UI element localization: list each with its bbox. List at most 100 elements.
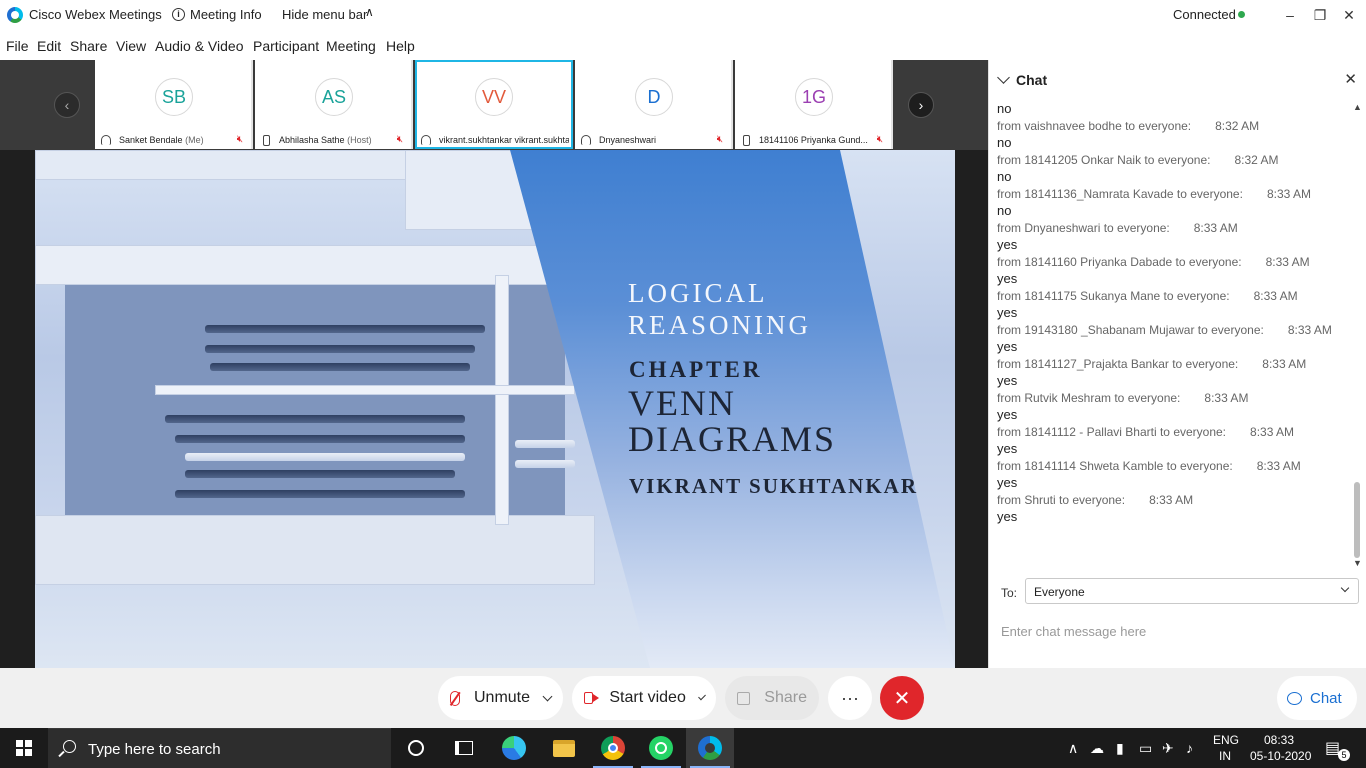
muted-mic-icon: 🔇︎	[876, 134, 883, 145]
strip-next-button[interactable]: ›	[908, 92, 934, 118]
whatsapp-icon[interactable]	[637, 728, 685, 768]
cortana-icon[interactable]	[392, 728, 440, 768]
chat-message-sender: from 18141160 Priyanka Dabade to everyon…	[997, 255, 1310, 269]
chrome-browser-icon[interactable]	[589, 728, 637, 768]
participant-tile-sanket[interactable]: SB Sanket Bendale (Me) 🔇︎	[95, 60, 253, 149]
muted-mic-icon: 🔇︎	[396, 134, 403, 145]
recipient-select[interactable]: Everyone	[1025, 578, 1359, 604]
meeting-info-button[interactable]: Meeting Info	[190, 7, 262, 22]
phone-icon	[263, 135, 270, 146]
menu-view[interactable]: View	[116, 38, 146, 54]
hide-menu-bar-button[interactable]: Hide menu bar	[282, 7, 367, 22]
participant-tile-dnyaneshwari[interactable]: D Dnyaneshwari 🔇︎	[575, 60, 733, 149]
participant-name: 18141106 Priyanka Gund...	[759, 135, 868, 145]
close-chat-icon[interactable]: ✕	[1344, 70, 1357, 88]
muted-mic-icon: 🔇︎	[236, 134, 243, 145]
app-title: Cisco Webex Meetings	[29, 7, 162, 22]
chat-message-list[interactable]: no from vaishnavee bodhe to everyone: 8:3…	[989, 100, 1349, 570]
participant-name: Dnyaneshwari	[599, 135, 657, 145]
scroll-down-icon[interactable]: ▼	[1353, 558, 1362, 568]
menu-file[interactable]: File	[6, 38, 29, 54]
webex-taskbar-icon[interactable]	[686, 728, 734, 768]
more-options-button[interactable]: ···	[828, 676, 872, 720]
windows-start-icon[interactable]	[16, 740, 32, 756]
pencil	[515, 440, 575, 448]
share-button[interactable]: Share	[725, 676, 819, 720]
tray-chevron-up-icon[interactable]: ∧	[1068, 740, 1078, 757]
scrollbar-thumb[interactable]	[1354, 482, 1360, 558]
chat-toggle-button[interactable]: Chat	[1277, 676, 1357, 720]
battery-icon[interactable]: ▭	[1139, 740, 1152, 757]
menu-help[interactable]: Help	[386, 38, 415, 54]
recipient-value: Everyone	[1034, 585, 1085, 599]
windows-taskbar: Type here to search ∧ ☁︎ ▮ ▭ ✈︎ ♪ ENG IN…	[0, 728, 1366, 768]
chat-message-text: yes	[997, 509, 1018, 524]
pencil	[185, 453, 465, 461]
clock-time[interactable]: 08:33	[1264, 733, 1294, 747]
start-video-label: Start video	[609, 689, 686, 706]
pencil	[175, 490, 465, 498]
chevron-down-icon[interactable]	[697, 692, 706, 700]
unmute-button[interactable]: Unmute	[438, 676, 563, 720]
participant-tile-abhilasha[interactable]: AS Abhilasha Sathe (Host) 🔇︎	[255, 60, 413, 149]
chat-panel: Chat ✕ no from vaishnavee bodhe to every…	[988, 60, 1366, 668]
onedrive-icon[interactable]: ☁︎	[1090, 740, 1104, 757]
participant-tile-vikrant[interactable]: VV vikrant.sukhtankar vikrant.sukhta...	[415, 60, 573, 149]
close-window-icon[interactable]: ✕	[1326, 0, 1366, 30]
taskbar-search[interactable]: Type here to search	[48, 728, 391, 768]
strip-previous-button[interactable]: ‹	[54, 92, 80, 118]
menu-edit[interactable]: Edit	[37, 38, 61, 54]
clock-date[interactable]: 05-10-2020	[1250, 749, 1311, 763]
pencil	[210, 363, 470, 371]
microphone-tray-icon[interactable]: ▮	[1116, 740, 1124, 757]
webex-logo-icon	[7, 7, 23, 23]
start-video-button[interactable]: Start video	[572, 676, 716, 720]
muted-mic-icon	[450, 690, 460, 706]
chat-icon	[1287, 691, 1302, 705]
leave-meeting-button[interactable]: ✕	[880, 676, 924, 720]
info-icon[interactable]: i	[172, 8, 185, 21]
pencil	[165, 415, 465, 423]
share-label: Share	[764, 689, 807, 706]
video-off-icon	[584, 692, 600, 704]
menu-meeting[interactable]: Meeting	[326, 38, 376, 54]
slide-title-line2: REASONING	[628, 310, 812, 340]
region-indicator[interactable]: IN	[1219, 749, 1231, 763]
drawer-front-top	[35, 245, 575, 285]
unmute-label: Unmute	[473, 689, 531, 706]
taskbar-search-placeholder: Type here to search	[88, 741, 221, 758]
slide-topic-line2: DIAGRAMS	[628, 419, 837, 459]
chat-message-sender: from 18141136_Namrata Kavade to everyone…	[997, 187, 1311, 201]
chat-message-sender: from Rutvik Meshram to everyone: 8:33 AM	[997, 391, 1249, 405]
chevron-up-icon[interactable]: ∧	[365, 5, 374, 19]
chat-message-input[interactable]	[1001, 618, 1351, 644]
drawer-front-bottom	[35, 515, 595, 585]
airplane-mode-icon[interactable]: ✈︎	[1162, 740, 1174, 757]
language-indicator[interactable]: ENG	[1213, 733, 1239, 747]
volume-icon[interactable]: ♪	[1186, 740, 1193, 756]
muted-mic-icon: 🔇︎	[716, 134, 723, 145]
search-icon	[63, 740, 76, 753]
participant-name: vikrant.sukhtankar vikrant.sukhta...	[439, 135, 569, 145]
notification-count-badge: 5	[1338, 749, 1350, 761]
chat-message-text: no	[997, 101, 1012, 116]
file-explorer-icon[interactable]	[540, 728, 588, 768]
shared-content-area: LOGICAL REASONING CHAPTER VENN DIAGRAMS …	[0, 150, 988, 668]
collapse-chevron-icon[interactable]	[997, 71, 1010, 84]
menu-share[interactable]: Share	[70, 38, 107, 54]
meeting-controls-bar: Unmute Start video Share ··· ✕ Chat	[0, 668, 1366, 728]
menu-bar: File Edit Share View Audio & Video Parti…	[0, 30, 1366, 60]
chat-toggle-label: Chat	[1310, 689, 1342, 707]
task-view-icon[interactable]	[440, 728, 488, 768]
participant-tile-priyanka[interactable]: 1G 18141106 Priyanka Gund... 🔇︎	[735, 60, 893, 149]
scroll-up-icon[interactable]: ▲	[1353, 102, 1362, 112]
chevron-down-icon[interactable]	[542, 691, 553, 701]
connection-status: Connected	[1173, 7, 1236, 22]
chat-message-text: yes	[997, 237, 1018, 252]
chat-message-sender: from 18141114 Shweta Kamble to everyone:…	[997, 459, 1301, 473]
menu-participant[interactable]: Participant	[253, 38, 319, 54]
menu-audio-video[interactable]: Audio & Video	[155, 38, 243, 54]
chat-message-text: yes	[997, 407, 1018, 422]
edge-browser-icon[interactable]	[490, 728, 538, 768]
chat-scrollbar[interactable]: ▲ ▼	[1351, 100, 1363, 570]
